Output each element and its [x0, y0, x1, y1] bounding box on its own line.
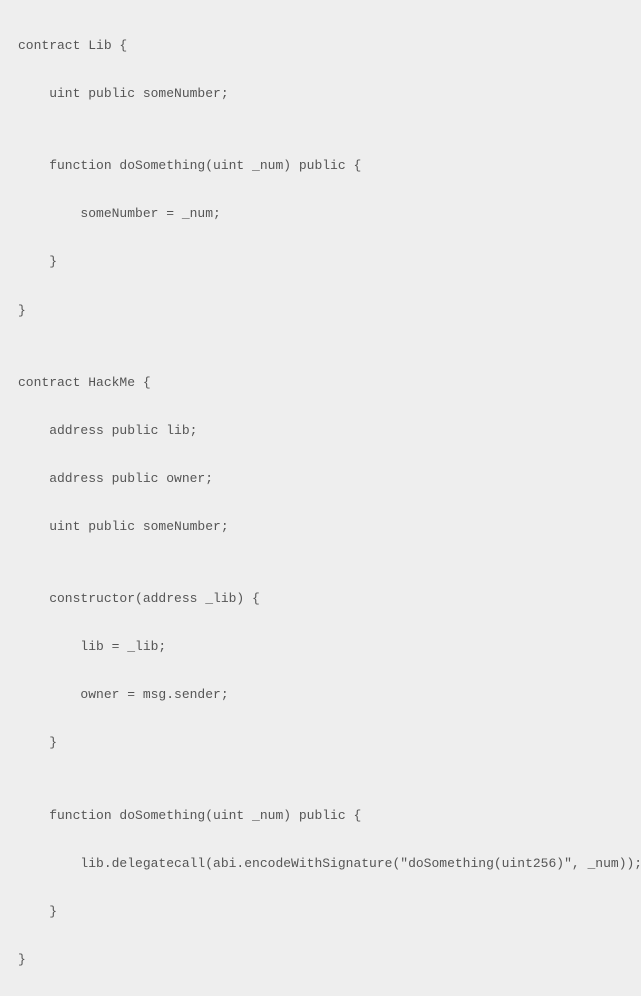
code-line: someNumber = _num; [18, 202, 623, 226]
code-line: function doSomething(uint _num) public { [18, 154, 623, 178]
code-line: address public owner; [18, 467, 623, 491]
code-line: } [18, 299, 623, 323]
code-line: } [18, 250, 623, 274]
code-block: contract Lib { uint public someNumber; f… [18, 10, 623, 996]
code-line: function doSomething(uint _num) public { [18, 804, 623, 828]
code-line: uint public someNumber; [18, 515, 623, 539]
code-line: lib.delegatecall(abi.encodeWithSignature… [18, 852, 623, 876]
code-line: lib = _lib; [18, 635, 623, 659]
code-line: address public lib; [18, 419, 623, 443]
code-line: owner = msg.sender; [18, 683, 623, 707]
code-line: } [18, 900, 623, 924]
code-line: } [18, 948, 623, 972]
code-line: constructor(address _lib) { [18, 587, 623, 611]
code-line: } [18, 731, 623, 755]
code-line: uint public someNumber; [18, 82, 623, 106]
code-line: contract HackMe { [18, 371, 623, 395]
code-line: contract Lib { [18, 34, 623, 58]
